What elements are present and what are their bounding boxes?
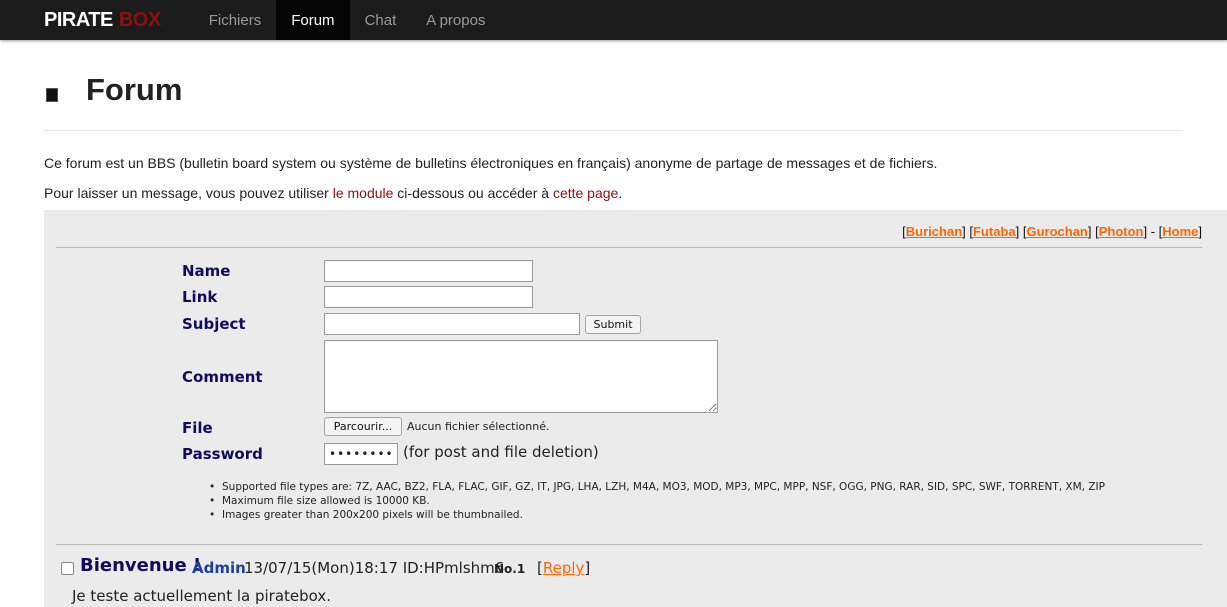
intro-text: Ce forum est un BBS (bulletin board syst… [44,131,1183,201]
nav-item-chat[interactable]: Chat [350,0,412,40]
page-title: Forum [86,72,183,107]
link-gurochan[interactable]: Gurochan [1026,224,1087,239]
divider-top [56,247,1202,248]
no-file-text: Aucun fichier sélectionné. [407,420,550,433]
page-link[interactable]: cette page [553,185,618,201]
rule-maxsize: Maximum file size allowed is 10000 KB. [207,494,1105,508]
brand-part-pirate: PIRATE [44,8,113,31]
post-author[interactable]: Admin [192,559,246,577]
intro-paragraph-1: Ce forum est un BBS (bulletin board syst… [44,155,938,171]
post-subject: Bienvenue ! [80,555,202,576]
nav-item-apropos[interactable]: A propos [411,0,500,40]
intro-text-prefix: Pour laisser un message, vous pouvez uti… [44,185,333,201]
page-header: Forum [44,40,1183,131]
brand-logo[interactable]: PIRATE BOX [0,0,194,40]
nav-item-forum[interactable]: Forum [276,0,350,40]
comment-label: Comment [182,368,263,386]
comment-textarea[interactable] [324,340,718,413]
divider-bottom [56,544,1202,545]
post-body: Je teste actuellement la piratebox. [72,587,332,605]
reply-link[interactable]: Reply [543,559,585,577]
intro-text-suffix: . [618,185,623,201]
file-label: File [182,419,213,437]
forum-icon [46,88,58,102]
password-label: Password [182,445,263,463]
password-note: (for post and file deletion) [403,443,599,461]
subject-input[interactable] [324,313,580,335]
rule-filetypes: Supported file types are: 7Z, AAC, BZ2, … [207,480,1105,494]
name-label: Name [182,262,231,280]
name-input[interactable] [324,260,533,282]
intro-paragraph-2: Pour laisser un message, vous pouvez uti… [44,171,1183,201]
link-burichan[interactable]: Burichan [906,224,962,239]
intro-text-middle: ci-dessous ou accéder à [393,185,553,201]
link-futaba[interactable]: Futaba [973,224,1016,239]
post-number[interactable]: No.1 [494,562,525,576]
posting-rules: Supported file types are: 7Z, AAC, BZ2, … [207,480,1105,522]
rule-thumbnail: Images greater than 200x200 pixels will … [207,508,1105,522]
brand-part-box: BOX [118,8,161,31]
link-label: Link [182,288,218,306]
submit-button[interactable]: Submit [585,315,641,334]
link-photon[interactable]: Photon [1099,224,1144,239]
subject-label: Subject [182,315,246,333]
link-home[interactable]: Home [1162,224,1198,239]
browse-button[interactable]: Parcourir... [324,417,402,436]
link-input[interactable] [324,286,533,308]
module-link[interactable]: le module [333,185,394,201]
board-links: [Burichan] [Futaba] [Gurochan] [Photon] … [902,224,1202,239]
post-delete-checkbox[interactable] [61,562,74,575]
nav-item-fichiers[interactable]: Fichiers [194,0,277,40]
top-navbar: PIRATE BOX Fichiers Forum Chat A propos [0,0,1227,40]
password-input[interactable]: •••••••• [324,443,398,465]
post-reply: [Reply] [537,559,591,577]
forum-board: [Burichan] [Futaba] [Gurochan] [Photon] … [44,210,1227,607]
post-date: 13/07/15(Mon)18:17 ID:HPmlshm6 [244,559,505,577]
